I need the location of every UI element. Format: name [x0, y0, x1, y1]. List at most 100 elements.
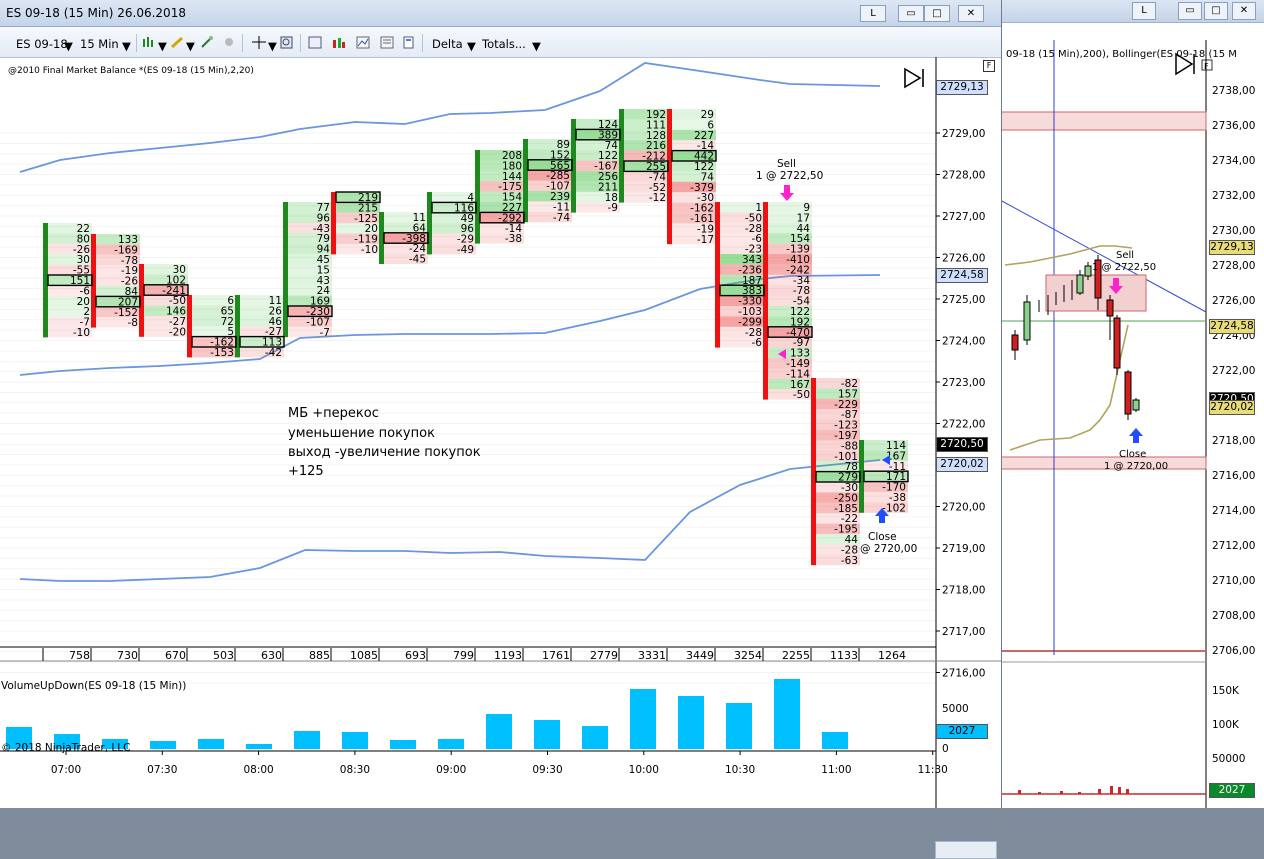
- background-price-axis-label: 2734,00: [1212, 155, 1256, 167]
- f-button[interactable]: F: [983, 60, 995, 72]
- volume-bar: [822, 732, 848, 749]
- background-price-axis-label: 2726,00: [1212, 295, 1256, 307]
- time-axis-label: 08:30: [340, 764, 370, 776]
- bar-total: 3254: [734, 649, 762, 662]
- footprint-value: -10: [73, 327, 90, 339]
- bar-body: [475, 150, 480, 244]
- bar-total: 3449: [686, 649, 714, 662]
- bar-body: [715, 202, 720, 348]
- footprint-value: -8: [128, 317, 138, 329]
- price-axis-label: 2727,00: [942, 211, 985, 223]
- volume-indicator-label: VolumeUpDown(ES 09-18 (15 Min)): [1, 680, 187, 692]
- wand-icon[interactable]: [200, 36, 214, 49]
- horizontal-scrollbar[interactable]: [935, 841, 997, 859]
- chart-toolbar: ES 09-18 ▼ 15 Min ▼ ▼ ▼ ▼ Delta ▼ Totals…: [0, 27, 1001, 58]
- volume-bar: [726, 703, 752, 749]
- last-price-tag: 2720,50: [936, 437, 988, 452]
- annotation-line-3: выход -увеличение покупок: [288, 445, 481, 460]
- annotation-line-1: МБ +перекос: [288, 406, 379, 421]
- background-lower-band-tag: 2720,02: [1209, 400, 1255, 415]
- zoom-icon[interactable]: [280, 36, 294, 49]
- time-axis-label: 08:00: [243, 764, 273, 776]
- bar-body: [523, 139, 528, 223]
- time-axis-label: 07:00: [51, 764, 81, 776]
- background-volume-bars: [1018, 786, 1129, 794]
- background-volume-axis-label: 50000: [1212, 753, 1246, 765]
- background-volume-axis-label: 100K: [1212, 719, 1239, 731]
- footprint-value: -12: [649, 192, 666, 204]
- bar-total: 1193: [494, 649, 522, 662]
- footprint-value: -42: [265, 347, 282, 359]
- footprint-value: -74: [553, 212, 570, 224]
- background-upper-band-tag: 2729,13: [1209, 240, 1255, 255]
- chart-style-icon[interactable]: [142, 36, 156, 49]
- volume-bar: [294, 731, 320, 749]
- totals-selector[interactable]: Totals...: [482, 37, 526, 51]
- background-volume-tag: 2027: [1209, 783, 1255, 798]
- order-entry-icon[interactable]: [402, 36, 416, 49]
- background-price-axis-label: 2728,00: [1212, 260, 1256, 272]
- stats-icon[interactable]: [222, 36, 236, 49]
- volume-bar: [486, 714, 512, 749]
- totals-dropdown-icon[interactable]: ▼: [532, 39, 541, 53]
- time-axis-label: 09:30: [532, 764, 562, 776]
- delta-dropdown-icon[interactable]: ▼: [467, 39, 476, 53]
- sell-label: Sell: [777, 158, 796, 170]
- bar-total: 2779: [590, 649, 618, 662]
- footprint-value: -20: [169, 326, 186, 338]
- background-volume-axis-label: 150K: [1212, 685, 1239, 697]
- bar-body: [283, 202, 288, 338]
- volume-bar: [438, 739, 464, 749]
- indicator-label: @2010 Final Market Balance *(ES 09-18 (1…: [8, 66, 254, 76]
- bar-total: 670: [165, 649, 186, 662]
- strategies-icon[interactable]: [356, 36, 370, 49]
- drawing-dropdown-icon[interactable]: ▼: [186, 39, 195, 53]
- maximize-button[interactable]: □: [924, 5, 950, 22]
- properties-icon[interactable]: [380, 36, 394, 49]
- volume-axis-label: 0: [942, 743, 949, 755]
- volume-bar: [678, 696, 704, 749]
- delta-selector[interactable]: Delta: [432, 37, 463, 51]
- bar-body: [187, 295, 192, 358]
- footprint-value: -50: [793, 389, 810, 401]
- pencil-icon[interactable]: [170, 36, 184, 49]
- crosshair-dropdown-icon[interactable]: ▼: [268, 39, 277, 53]
- background-price-axis-label: 2706,00: [1212, 645, 1256, 657]
- bollinger-upper-line: [19, 62, 881, 173]
- background-close-label: Close: [1119, 449, 1147, 460]
- data-box-icon[interactable]: [308, 36, 322, 49]
- close-label: Close: [868, 531, 897, 543]
- interval-selector[interactable]: 15 Min: [80, 37, 119, 51]
- chart-canvas[interactable]: 2729,00 2728,00 2727,00 2726,00 2725,00 2724,…: [0, 57, 1001, 808]
- price-axis-label: 2723,00: [942, 377, 985, 389]
- price-axis-label: 2720,00: [942, 502, 985, 514]
- interval-dropdown-icon[interactable]: ▼: [122, 39, 131, 53]
- chart-panel[interactable]: 2729,00 2728,00 2727,00 2726,00 2725,00 2724,…: [0, 57, 1001, 859]
- close-button[interactable]: ✕: [958, 5, 984, 22]
- crosshair-icon[interactable]: [252, 36, 266, 49]
- bar-total: 885: [309, 649, 330, 662]
- time-axis-label: 10:00: [629, 764, 659, 776]
- footprint-value: -45: [409, 254, 426, 266]
- instrument-dropdown-icon[interactable]: ▼: [64, 39, 73, 53]
- minimize-button[interactable]: ▭: [898, 5, 924, 22]
- background-play-icon: [1175, 52, 1195, 76]
- bar-total: 503: [213, 649, 234, 662]
- chart-style-dropdown-icon[interactable]: ▼: [158, 39, 167, 53]
- footprint-value: -10: [361, 244, 378, 256]
- bar-body: [331, 192, 336, 255]
- price-axis-label: 2726,00: [942, 253, 985, 265]
- instrument-selector[interactable]: ES 09-18: [16, 37, 68, 51]
- background-price-axis-label: 2722,00: [1212, 365, 1256, 377]
- footprint-value: -38: [505, 233, 522, 245]
- time-axis-label: 10:30: [725, 764, 755, 776]
- link-button[interactable]: L: [860, 5, 886, 22]
- volume-bar: [342, 732, 368, 749]
- play-icon[interactable]: [904, 67, 922, 89]
- volume-bar: [150, 741, 176, 749]
- background-support-zone: [1000, 456, 1207, 470]
- bar-total: 730: [117, 649, 138, 662]
- bar-body: [427, 192, 432, 255]
- bar-total: 630: [261, 649, 282, 662]
- indicators-icon[interactable]: [332, 36, 346, 49]
